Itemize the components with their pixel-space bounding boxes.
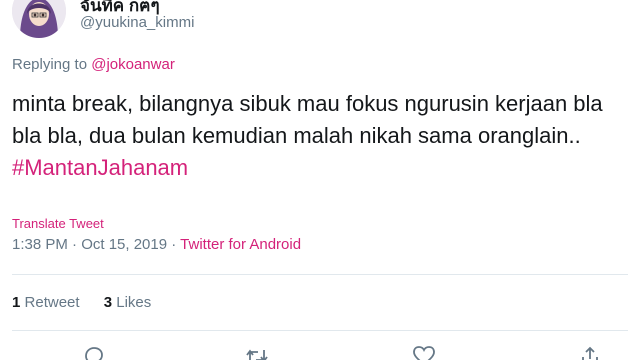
divider-bottom — [12, 330, 628, 331]
timestamp[interactable]: 1:38 PM · Oct 15, 2019 · — [12, 236, 180, 253]
tweet-text: minta break, bilangnya sibuk mau fokus n… — [12, 88, 628, 184]
likes-stat[interactable]: 3 Likes — [104, 294, 152, 311]
tweet-body: minta break, bilangnya sibuk mau fokus n… — [12, 91, 603, 148]
engagement-stats: 1 Retweet 3 Likes — [12, 294, 171, 311]
source-link[interactable]: Twitter for Android — [180, 236, 301, 253]
tweet-detail: จันทีค กฅๆ @yuukina_kimmi Replying to @j… — [0, 0, 640, 360]
hashtag-link[interactable]: #MantanJahanam — [12, 155, 188, 180]
avatar-image — [12, 0, 66, 38]
action-bar — [0, 346, 640, 360]
user-handle[interactable]: @yuukina_kimmi — [80, 14, 194, 31]
replying-to: Replying to @jokoanwar — [12, 56, 175, 73]
likes-label: Likes — [116, 294, 152, 311]
replying-to-label: Replying to — [12, 56, 88, 73]
avatar[interactable] — [12, 0, 66, 38]
reply-mention-link[interactable]: @jokoanwar — [91, 56, 175, 73]
divider-top — [12, 274, 628, 275]
reply-icon[interactable] — [82, 346, 106, 360]
tweet-meta: 1:38 PM · Oct 15, 2019 · Twitter for And… — [12, 236, 301, 253]
retweets-label: Retweet — [24, 294, 80, 311]
like-icon[interactable] — [412, 346, 436, 360]
translate-tweet-link[interactable]: Translate Tweet — [12, 216, 104, 231]
retweets-stat[interactable]: 1 Retweet — [12, 294, 80, 311]
retweets-count: 1 — [12, 294, 21, 311]
retweet-icon[interactable] — [245, 346, 269, 360]
share-icon[interactable] — [578, 346, 602, 360]
likes-count: 3 — [103, 294, 113, 311]
